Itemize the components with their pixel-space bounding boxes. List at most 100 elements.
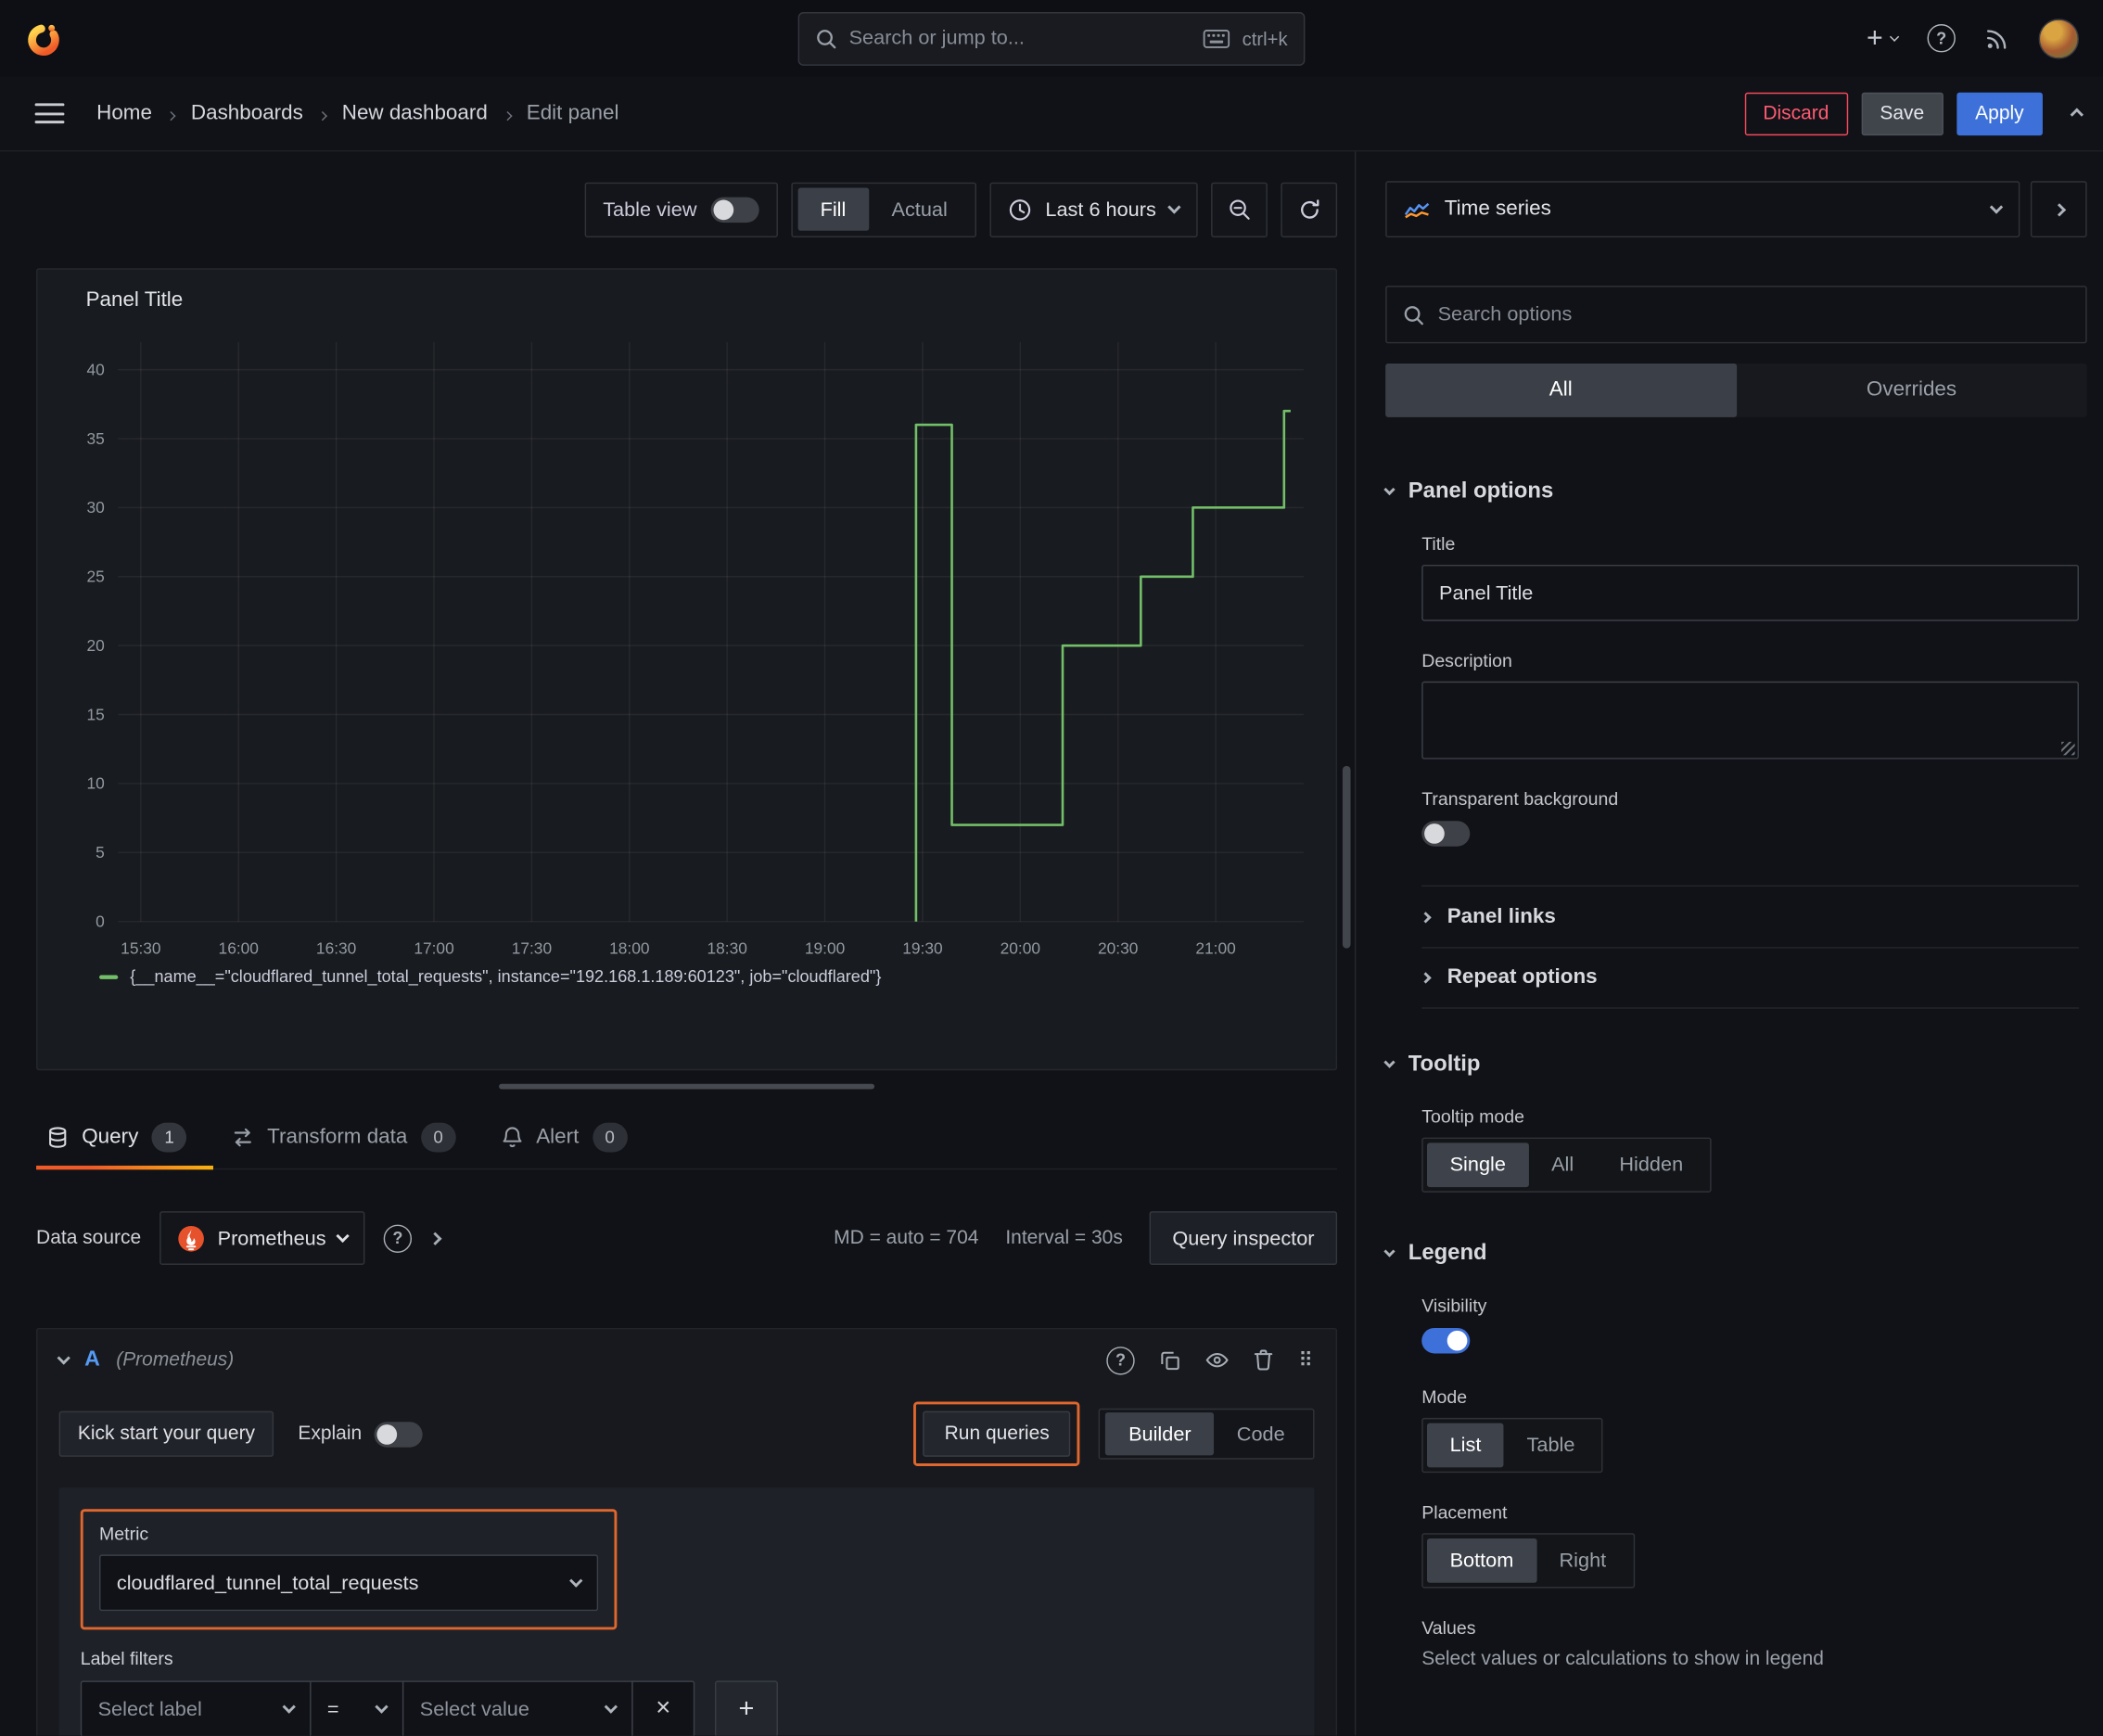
actual-option[interactable]: Actual bbox=[869, 188, 970, 231]
drag-handle-icon[interactable]: ⠿ bbox=[1298, 1348, 1314, 1372]
legend-mode-table[interactable]: Table bbox=[1504, 1423, 1598, 1468]
mega-menu-toggle[interactable] bbox=[34, 103, 65, 124]
builder-option[interactable]: Builder bbox=[1105, 1412, 1215, 1456]
svg-text:17:00: 17:00 bbox=[414, 938, 453, 957]
breadcrumb-new-dashboard[interactable]: New dashboard bbox=[342, 101, 488, 125]
chart-legend[interactable]: {__name__="cloudflared_tunnel_total_requ… bbox=[57, 967, 1318, 986]
query-datasource-hint: (Prometheus) bbox=[116, 1349, 235, 1372]
search-input[interactable] bbox=[848, 26, 1192, 50]
table-view-toggle[interactable] bbox=[709, 196, 759, 223]
datasource-help-button[interactable]: ? bbox=[383, 1223, 413, 1253]
vertical-scrollbar[interactable] bbox=[1342, 765, 1351, 949]
select-value-dropdown[interactable]: Select value bbox=[401, 1680, 633, 1736]
max-data-points: MD = auto = 704 bbox=[834, 1227, 979, 1249]
search-options-input[interactable] bbox=[1437, 302, 2070, 326]
label-filter-row: Select label = Select value × + bbox=[80, 1680, 1294, 1736]
zoom-out-button[interactable] bbox=[1211, 181, 1268, 237]
operator-dropdown[interactable]: = bbox=[310, 1680, 404, 1736]
run-queries-button[interactable]: Run queries bbox=[923, 1410, 1071, 1457]
description-textarea[interactable] bbox=[1421, 681, 2079, 760]
expand-options-button[interactable] bbox=[428, 1231, 442, 1245]
select-label-dropdown[interactable]: Select label bbox=[80, 1680, 312, 1736]
grafana-edit-panel-page: ctrl+k + ? Home Dash bbox=[0, 0, 2103, 1736]
tab-query[interactable]: Query 1 bbox=[36, 1105, 214, 1170]
fill-option[interactable]: Fill bbox=[797, 187, 869, 231]
chevron-down-icon bbox=[1989, 200, 2004, 214]
query-help-button[interactable]: ? bbox=[1106, 1346, 1135, 1374]
panel-title-input[interactable] bbox=[1421, 564, 2079, 621]
tab-all[interactable]: All bbox=[1385, 363, 1737, 417]
query-count-badge: 1 bbox=[151, 1121, 187, 1152]
user-avatar[interactable] bbox=[2038, 18, 2079, 58]
panel-actions: Discard Save Apply bbox=[1744, 92, 2084, 135]
delete-query-button[interactable] bbox=[1254, 1349, 1273, 1371]
explain-toggle[interactable] bbox=[374, 1421, 423, 1447]
help-button[interactable]: ? bbox=[1927, 24, 1956, 53]
question-icon: ? bbox=[1106, 1346, 1135, 1374]
legend-visibility-toggle[interactable] bbox=[1421, 1327, 1471, 1354]
search-options-box[interactable] bbox=[1385, 286, 2087, 344]
code-option[interactable]: Code bbox=[1214, 1412, 1307, 1455]
news-button[interactable] bbox=[1985, 26, 2009, 50]
panel-resize-handle[interactable] bbox=[499, 1083, 875, 1090]
remove-filter-button[interactable]: × bbox=[631, 1680, 695, 1736]
legend-header[interactable]: Legend bbox=[1383, 1241, 2086, 1266]
label-filters-label: Label filters bbox=[80, 1648, 173, 1669]
panel-links-label: Panel links bbox=[1447, 904, 1556, 928]
query-inspector-button[interactable]: Query inspector bbox=[1149, 1211, 1338, 1265]
toggle-visibility-button[interactable] bbox=[1205, 1352, 1229, 1368]
discard-button[interactable]: Discard bbox=[1744, 92, 1848, 135]
placement-bottom[interactable]: Bottom bbox=[1427, 1538, 1536, 1583]
grafana-logo[interactable] bbox=[24, 19, 62, 57]
collapse-header-button[interactable] bbox=[2070, 103, 2084, 123]
global-search[interactable]: ctrl+k bbox=[797, 11, 1306, 66]
svg-text:5: 5 bbox=[96, 843, 105, 862]
prometheus-icon bbox=[178, 1225, 205, 1251]
collapse-options-button[interactable] bbox=[2030, 181, 2087, 238]
eye-icon bbox=[1205, 1353, 1229, 1368]
tab-transform-data[interactable]: Transform data 0 bbox=[222, 1105, 482, 1168]
panel-options-body: Title Description Transparent background… bbox=[1385, 534, 2086, 1009]
placement-right[interactable]: Right bbox=[1536, 1538, 1629, 1583]
topbar-actions: + ? bbox=[1867, 18, 2079, 58]
tooltip-mode-hidden[interactable]: Hidden bbox=[1597, 1142, 1706, 1187]
panel-preview: Panel Title 0 5 10 15 20 25 30 35 40 15:30 16:00 16… bbox=[36, 268, 1338, 1071]
search-shortcut-hint: ctrl+k bbox=[1242, 27, 1288, 49]
metric-select[interactable]: cloudflared_tunnel_total_requests bbox=[99, 1554, 599, 1612]
tab-alert[interactable]: Alert 0 bbox=[491, 1105, 654, 1168]
apply-button[interactable]: Apply bbox=[1956, 92, 2043, 135]
tab-overrides[interactable]: Overrides bbox=[1736, 364, 2086, 417]
query-row-header[interactable]: A (Prometheus) ? ⠿ bbox=[38, 1329, 1336, 1391]
save-button[interactable]: Save bbox=[1861, 92, 1944, 135]
breadcrumb-home[interactable]: Home bbox=[96, 101, 152, 125]
legend-mode-label: Mode bbox=[1421, 1386, 1468, 1408]
tooltip-header[interactable]: Tooltip bbox=[1383, 1052, 2086, 1077]
repeat-options-row[interactable]: Repeat options bbox=[1420, 947, 2079, 1009]
duplicate-query-button[interactable] bbox=[1160, 1350, 1180, 1371]
tooltip-mode-single[interactable]: Single bbox=[1427, 1142, 1529, 1188]
plus-icon: + bbox=[738, 1693, 755, 1723]
chevron-right-icon bbox=[502, 101, 512, 125]
timeseries-chart[interactable]: 0 5 10 15 20 25 30 35 40 15:30 16:00 16:30 17:00 17:3… bbox=[57, 324, 1315, 964]
chevron-right-icon bbox=[2052, 202, 2066, 216]
alert-count-badge: 0 bbox=[592, 1121, 628, 1152]
chevron-right-icon bbox=[166, 101, 177, 125]
datasource-picker[interactable]: Prometheus bbox=[159, 1211, 365, 1265]
time-range-picker[interactable]: Last 6 hours bbox=[990, 181, 1198, 237]
svg-text:35: 35 bbox=[87, 429, 105, 448]
panel-options-header[interactable]: Panel options bbox=[1383, 479, 2086, 504]
panel-links-row[interactable]: Panel links bbox=[1420, 885, 2079, 948]
new-menu-button[interactable]: + bbox=[1867, 22, 1900, 55]
legend-mode-list[interactable]: List bbox=[1427, 1423, 1504, 1468]
builder-code-segmented: Builder Code bbox=[1099, 1408, 1315, 1460]
add-filter-button[interactable]: + bbox=[714, 1680, 778, 1736]
breadcrumb-dashboards[interactable]: Dashboards bbox=[191, 101, 303, 125]
grafana-logo-icon bbox=[28, 23, 59, 56]
series-color-swatch bbox=[99, 974, 119, 979]
kick-start-button[interactable]: Kick start your query bbox=[58, 1410, 274, 1457]
question-icon: ? bbox=[383, 1223, 413, 1253]
refresh-button[interactable] bbox=[1281, 181, 1338, 237]
visualization-picker[interactable]: Time series bbox=[1385, 181, 2020, 238]
transparent-background-toggle[interactable] bbox=[1421, 821, 1471, 847]
tooltip-mode-all[interactable]: All bbox=[1528, 1142, 1596, 1187]
